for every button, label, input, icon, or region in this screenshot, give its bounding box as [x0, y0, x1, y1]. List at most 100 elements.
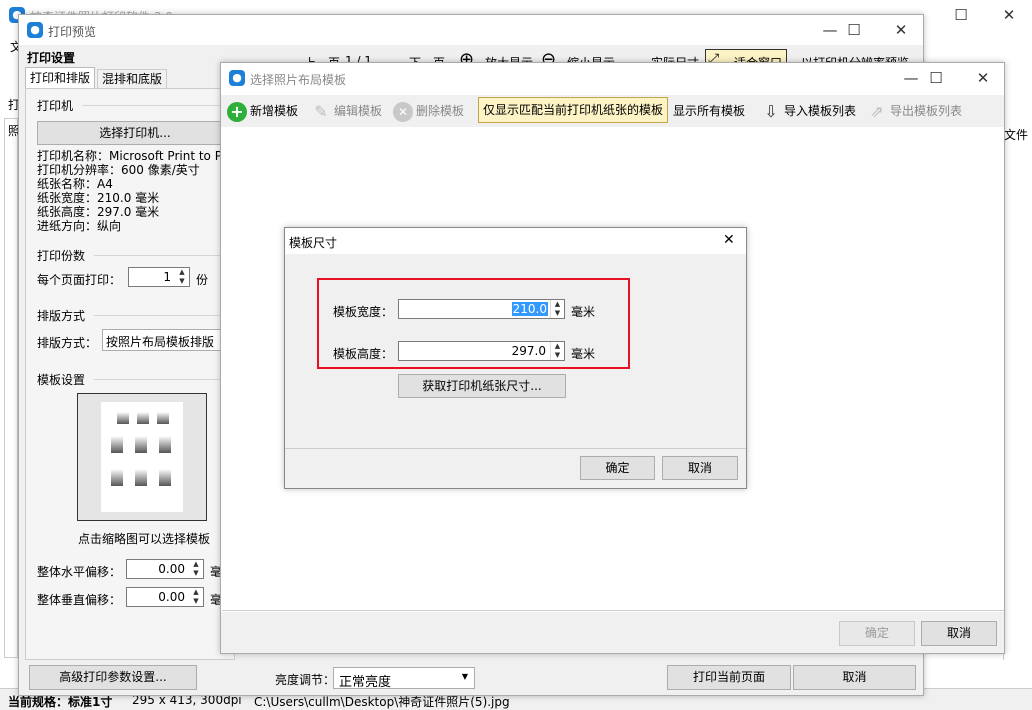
show-all-button[interactable]: 显示所有模板 — [673, 97, 745, 125]
delete-template-button[interactable]: ✕ 删除模板 — [393, 97, 464, 125]
tab-print-layout[interactable]: 打印和排版 — [25, 67, 95, 89]
main-maximize-icon[interactable]: ☐ — [938, 0, 984, 30]
preview-close-icon[interactable]: ✕ — [878, 15, 924, 45]
layout-titlebar: ● 选择照片布局模板 — ☐ ✕ — [221, 63, 1004, 93]
paper-width: 纸张宽度：210.0 毫米 — [37, 191, 160, 205]
dropdown-arrow-icon: ▼ — [461, 672, 468, 681]
thumbnail-hint: 点击缩略图可以选择模板 — [78, 532, 211, 546]
copies-label: 每个页面打印： — [37, 273, 122, 287]
layout-toolbar: + 新增模板 ✎ 编辑模板 ✕ 删除模板 仅显示匹配当前打印机纸张的模板 显示所有模板… — [221, 95, 1004, 127]
thumb-photo — [137, 412, 149, 424]
thumbnail-paper — [101, 402, 183, 512]
delete-icon: ✕ — [393, 101, 413, 122]
export-icon: ⇗ — [870, 101, 884, 121]
layout-label: 排版方式： — [37, 336, 98, 350]
paper-height: 纸张高度：297.0 毫米 — [37, 205, 160, 219]
height-value: 297.0 — [511, 344, 546, 358]
thumb-photo — [111, 469, 123, 486]
add-template-button[interactable]: + 新增模板 — [227, 97, 298, 125]
template-thumbnail[interactable] — [77, 393, 207, 521]
preview-logo-icon: ● — [27, 22, 43, 38]
thumb-photo — [135, 436, 147, 453]
export-templates-label: 导出模板列表 — [890, 104, 963, 118]
printer-info: 打印机名称：Microsoft Print to PDF 打印机分辨率：600 … — [37, 149, 233, 233]
v-offset-spin-icon[interactable]: ▲ ▼ — [189, 588, 203, 606]
size-title: 模板尺寸 — [289, 236, 338, 250]
export-templates-button[interactable]: ⇗ 导出模板列表 — [867, 97, 962, 125]
import-icon: ⇩ — [764, 101, 778, 121]
template-size-dialog: 模板尺寸 ✕ 模板宽度： 210.0 ▲ ▼ 毫米 模板高度： 297.0 ▲ ▼ … — [284, 227, 747, 489]
pencil-icon: ✎ — [314, 101, 328, 121]
thumb-photo — [111, 436, 123, 453]
thumb-photo — [159, 436, 171, 453]
width-spin-icon[interactable]: ▲ ▼ — [550, 300, 564, 318]
import-templates-label: 导入模板列表 — [784, 104, 857, 118]
layout-maximize-icon[interactable]: ☐ — [913, 63, 959, 93]
copies-unit: 份 — [196, 273, 209, 287]
tab-mix-base[interactable]: 混排和底版 — [97, 69, 167, 89]
delete-template-label: 删除模板 — [416, 104, 465, 118]
preview-title: 打印预览 — [48, 25, 97, 39]
get-paper-size-button[interactable]: 获取打印机纸张尺寸... — [398, 374, 566, 398]
print-current-page-button[interactable]: 打印当前页面 — [667, 665, 791, 690]
width-unit: 毫米 — [571, 305, 596, 319]
v-offset-label: 整体垂直偏移： — [37, 593, 122, 607]
settings-tabs: 打印和排版 混排和底版 — [25, 67, 225, 89]
layout-logo-icon: ● — [229, 70, 245, 86]
settings-panel: 打印机 选择打印机... 打印机名称：Microsoft Print to PD… — [25, 88, 236, 660]
width-value: 210.0 — [511, 302, 548, 316]
h-offset-spin-icon[interactable]: ▲ ▼ — [189, 560, 203, 578]
main-right-panel — [1003, 120, 1031, 660]
layout-ok-button[interactable]: 确定 — [839, 621, 915, 646]
size-cancel-button[interactable]: 取消 — [662, 456, 738, 480]
select-printer-button[interactable]: 选择打印机... — [37, 121, 233, 145]
h-offset-input[interactable]: 0.00 ▲ ▼ — [126, 559, 204, 579]
preview-maximize-icon[interactable]: ☐ — [831, 15, 877, 45]
preview-cancel-button[interactable]: 取消 — [793, 665, 916, 690]
copies-group-line — [94, 255, 232, 256]
print-settings-title: 打印设置 — [27, 51, 76, 65]
thumb-photo — [157, 412, 169, 424]
size-titlebar: 模板尺寸 ✕ — [285, 228, 746, 254]
template-group-title: 模板设置 — [37, 373, 86, 387]
size-ok-button[interactable]: 确定 — [580, 456, 655, 480]
brightness-label: 亮度调节： — [275, 673, 336, 687]
width-input[interactable]: 210.0 ▲ ▼ — [398, 299, 565, 319]
plus-icon: + — [227, 101, 247, 122]
layout-group-title: 排版方式 — [37, 309, 86, 323]
printer-name: 打印机名称：Microsoft Print to PDF — [37, 149, 233, 163]
main-file-label: 文件 — [1004, 128, 1029, 142]
height-input[interactable]: 297.0 ▲ ▼ — [398, 341, 565, 361]
edit-template-button[interactable]: ✎ 编辑模板 — [311, 97, 382, 125]
layout-cancel-button[interactable]: 取消 — [921, 621, 997, 646]
brightness-value: 正常亮度 — [339, 675, 392, 690]
add-template-label: 新增模板 — [250, 104, 299, 118]
layout-select-value: 按照片布局模板排版 — [106, 335, 215, 349]
only-match-button[interactable]: 仅显示匹配当前打印机纸张的模板 — [478, 97, 668, 123]
main-close-icon[interactable]: ✕ — [986, 0, 1032, 30]
template-group-line — [94, 379, 232, 380]
h-offset-value: 0.00 — [158, 562, 185, 576]
paper-name: 纸张名称：A4 — [37, 177, 113, 191]
copies-input[interactable]: 1 ▲ ▼ — [128, 267, 190, 287]
layout-select[interactable]: 按照片布局模板排版 — [102, 329, 236, 351]
brightness-select[interactable]: 正常亮度 ▼ — [333, 667, 475, 690]
copies-group-title: 打印份数 — [37, 249, 86, 263]
printer-group-title: 打印机 — [37, 99, 74, 113]
only-match-label: 仅显示匹配当前打印机纸张的模板 — [482, 103, 663, 117]
size-close-icon[interactable]: ✕ — [723, 232, 735, 248]
thumb-photo — [159, 469, 171, 486]
preview-titlebar: ● 打印预览 — ☐ ✕ — [19, 15, 923, 45]
import-templates-button[interactable]: ⇩ 导入模板列表 — [761, 97, 856, 125]
layout-title: 选择照片布局模板 — [250, 73, 347, 87]
copies-spin-icon[interactable]: ▲ ▼ — [175, 268, 189, 286]
height-spin-icon[interactable]: ▲ ▼ — [550, 342, 564, 360]
thumb-photo — [135, 469, 147, 486]
advanced-settings-button[interactable]: 高级打印参数设置... — [29, 665, 197, 690]
main-left-panel — [4, 118, 18, 658]
height-unit: 毫米 — [571, 347, 596, 361]
h-offset-label: 整体水平偏移： — [37, 565, 122, 579]
layout-close-icon[interactable]: ✕ — [960, 63, 1006, 93]
v-offset-input[interactable]: 0.00 ▲ ▼ — [126, 587, 204, 607]
show-all-label: 显示所有模板 — [673, 104, 746, 118]
